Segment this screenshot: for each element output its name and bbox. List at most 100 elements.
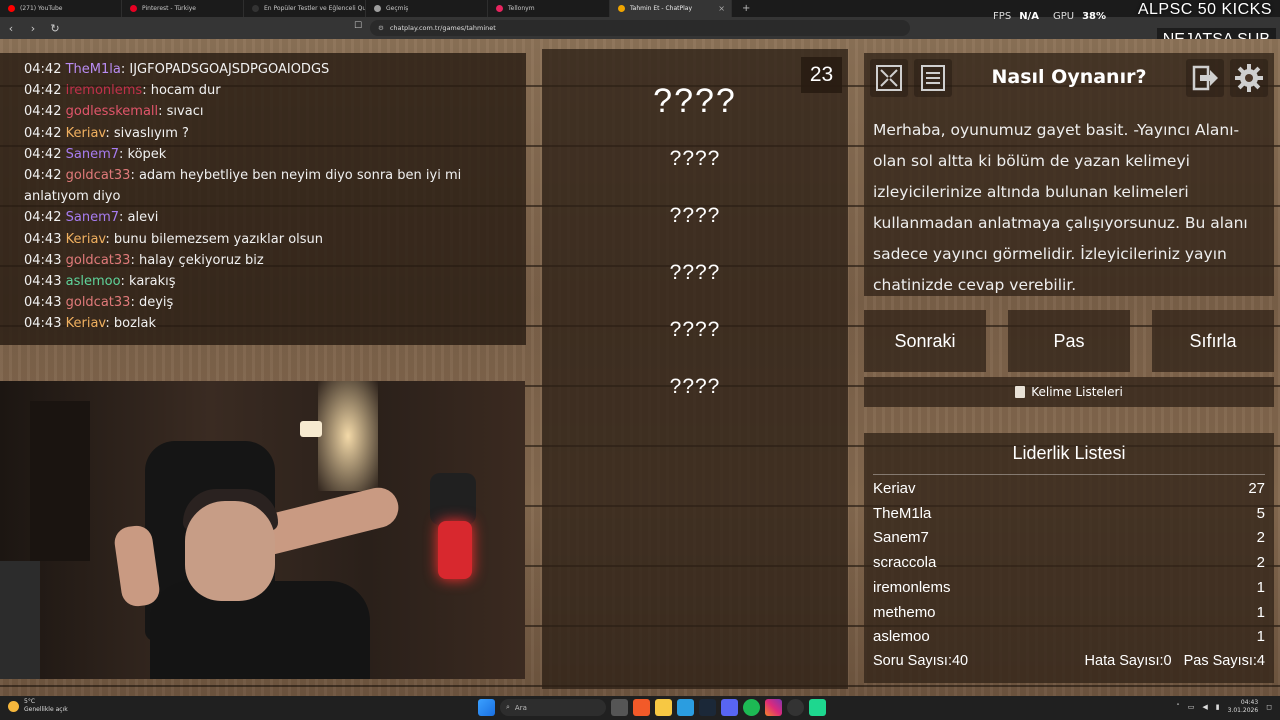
tab-favicon-icon <box>618 5 625 12</box>
hidden-word: ???? <box>669 204 721 227</box>
chat-time: 04:43 <box>24 252 62 268</box>
reload-icon[interactable]: ↻ <box>44 22 66 35</box>
network-icon[interactable]: ▭ <box>1188 703 1195 711</box>
steam-icon[interactable] <box>699 699 716 716</box>
leaderboard-score: 1 <box>1256 628 1265 646</box>
tab-favicon-icon <box>374 5 381 12</box>
file-explorer-icon[interactable] <box>655 699 672 716</box>
obs-icon[interactable] <box>787 699 804 716</box>
gpu-value: 38% <box>1082 10 1106 22</box>
weather-sun-icon <box>8 700 19 712</box>
next-button[interactable]: Sonraki <box>864 310 986 372</box>
instagram-icon[interactable] <box>765 699 782 716</box>
tab-label: (271) YouTube <box>20 5 63 12</box>
chat-username[interactable]: goldcat33 <box>66 253 131 268</box>
chat-time: 04:43 <box>24 274 62 290</box>
leaderboard-name: Keriav <box>873 480 916 497</box>
leaderboard-name: aslemoo <box>873 628 930 646</box>
url-field[interactable]: ⚙ chatplay.com.tr/games/tahminet <box>370 20 910 36</box>
webcam-desk <box>0 561 40 679</box>
leaderboard-name: Sanem7 <box>873 529 929 547</box>
chat-time: 04:43 <box>24 295 62 311</box>
browser-tab[interactable]: Pinterest - Türkiye <box>122 0 244 17</box>
browser-tab[interactable]: Tellonym <box>488 0 610 17</box>
word-lists-label: Kelime Listeleri <box>1031 385 1123 399</box>
notification-icon[interactable]: ◻ <box>1266 703 1272 711</box>
settings-icon[interactable] <box>1230 59 1268 97</box>
webcam-lamp <box>300 421 322 437</box>
tab-favicon-icon <box>130 5 137 12</box>
webcam-shelf <box>30 401 90 561</box>
clock[interactable]: 04:43 3.01.2026 <box>1228 699 1259 715</box>
browser-tab[interactable]: Geçmiş <box>366 0 488 17</box>
tab-label: Tahmin Et - ChatPlay <box>630 5 693 12</box>
leaderboard-name: iremonlems <box>873 578 951 596</box>
app-icon[interactable] <box>809 699 826 716</box>
volume-icon[interactable]: ◀ <box>1202 703 1207 711</box>
tab-label: Pinterest - Türkiye <box>142 5 196 12</box>
chat-username[interactable]: Keriav <box>66 232 106 247</box>
spotify-icon[interactable] <box>743 699 760 716</box>
chat-username[interactable]: TheM1la <box>66 62 121 77</box>
webcam-microphone <box>438 521 472 579</box>
clock-date: 3.01.2026 <box>1227 707 1259 714</box>
chat-username[interactable]: goldcat33 <box>66 295 131 310</box>
start-icon[interactable] <box>478 699 495 716</box>
how-to-play-text: Merhaba, oyunumuz gayet basit. -Yayıncı … <box>873 121 1248 294</box>
leaderboard-row: iremonlems 1 <box>873 576 1265 601</box>
chat-time: 04:42 <box>24 62 62 77</box>
chat-text: : hocam dur <box>142 83 221 99</box>
gpu-label: GPU <box>1052 10 1075 22</box>
discord-icon[interactable] <box>721 699 738 716</box>
reset-button[interactable]: Sıfırla <box>1152 310 1274 372</box>
chat-username[interactable]: Keriav <box>66 316 106 331</box>
chat-username[interactable]: Keriav <box>66 126 106 141</box>
brave-icon[interactable] <box>633 699 650 716</box>
battery-icon[interactable]: ▮ <box>1216 703 1220 711</box>
exit-icon[interactable] <box>1186 59 1224 97</box>
browser-tab[interactable]: Tahmin Et - ChatPlay × <box>610 0 732 17</box>
chat-text: : deyiş <box>130 295 174 311</box>
back-icon[interactable]: ‹ <box>0 22 22 35</box>
weather-temp: 5°C <box>24 698 36 705</box>
pass-button[interactable]: Pas <box>1008 310 1130 372</box>
browser-tab[interactable]: En Popüler Testler ve Eğlenceli Quizle… <box>244 0 366 17</box>
new-tab-icon[interactable]: + <box>732 3 750 14</box>
taskbar-search[interactable]: ⌕ Ara <box>500 699 606 716</box>
task-view-icon[interactable] <box>611 699 628 716</box>
chevron-up-icon[interactable]: ˄ <box>1176 703 1180 711</box>
bookmark-icon[interactable]: ☐ <box>354 21 362 31</box>
chat-username[interactable]: Sanem7 <box>66 210 119 225</box>
search-placeholder: Ara <box>514 703 527 712</box>
tab-label: Tellonym <box>508 5 535 12</box>
chat-time: 04:42 <box>24 104 62 120</box>
system-tray: ˄ ▭ ◀ ▮ 04:43 3.01.2026 ◻ <box>1176 699 1272 715</box>
fullscreen-icon[interactable] <box>870 59 908 97</box>
chat-username[interactable]: goldcat33 <box>66 168 131 183</box>
browser-tab[interactable]: (271) YouTube <box>0 0 122 17</box>
site-info-icon[interactable]: ⚙ <box>378 24 384 32</box>
chat-username[interactable]: aslemoo <box>66 274 121 289</box>
chat-message: 04:42 goldcat33: adam heybetliye ben ney… <box>24 165 502 207</box>
forward-icon[interactable]: › <box>22 22 44 35</box>
chat-username[interactable]: godlesskemall <box>66 104 159 119</box>
chat-username[interactable]: Sanem7 <box>66 147 119 162</box>
word-lists-button[interactable]: Kelime Listeleri <box>864 377 1274 407</box>
windows-taskbar: 5°C Genellikle açık ⌕ Ara ˄ ▭ ◀ ▮ 04:43 … <box>0 696 1280 720</box>
chat-message: 04:43 goldcat33: halay çekiyoruz biz <box>24 250 502 271</box>
chat-message: 04:43 aslemoo: karakış <box>24 271 502 292</box>
leaderboard-row: TheM1la 5 <box>873 502 1265 527</box>
chat-message: 04:42 Sanem7: köpek <box>24 144 502 165</box>
chat-username[interactable]: iremonlems <box>66 83 143 98</box>
pass-count: Pas Sayısı:4 <box>1183 653 1265 669</box>
chat-text: : karakış <box>120 274 176 290</box>
close-tab-icon[interactable]: × <box>718 4 725 13</box>
url-text: chatplay.com.tr/games/tahminet <box>389 24 496 32</box>
tab-favicon-icon <box>496 5 503 12</box>
webcam-feed <box>0 381 525 679</box>
leaderboard-title: Liderlik Listesi <box>873 433 1265 475</box>
chat-text: : köpek <box>119 146 167 162</box>
edge-icon[interactable] <box>677 699 694 716</box>
list-icon[interactable] <box>914 59 952 97</box>
weather-widget[interactable]: 5°C Genellikle açık <box>8 698 68 714</box>
